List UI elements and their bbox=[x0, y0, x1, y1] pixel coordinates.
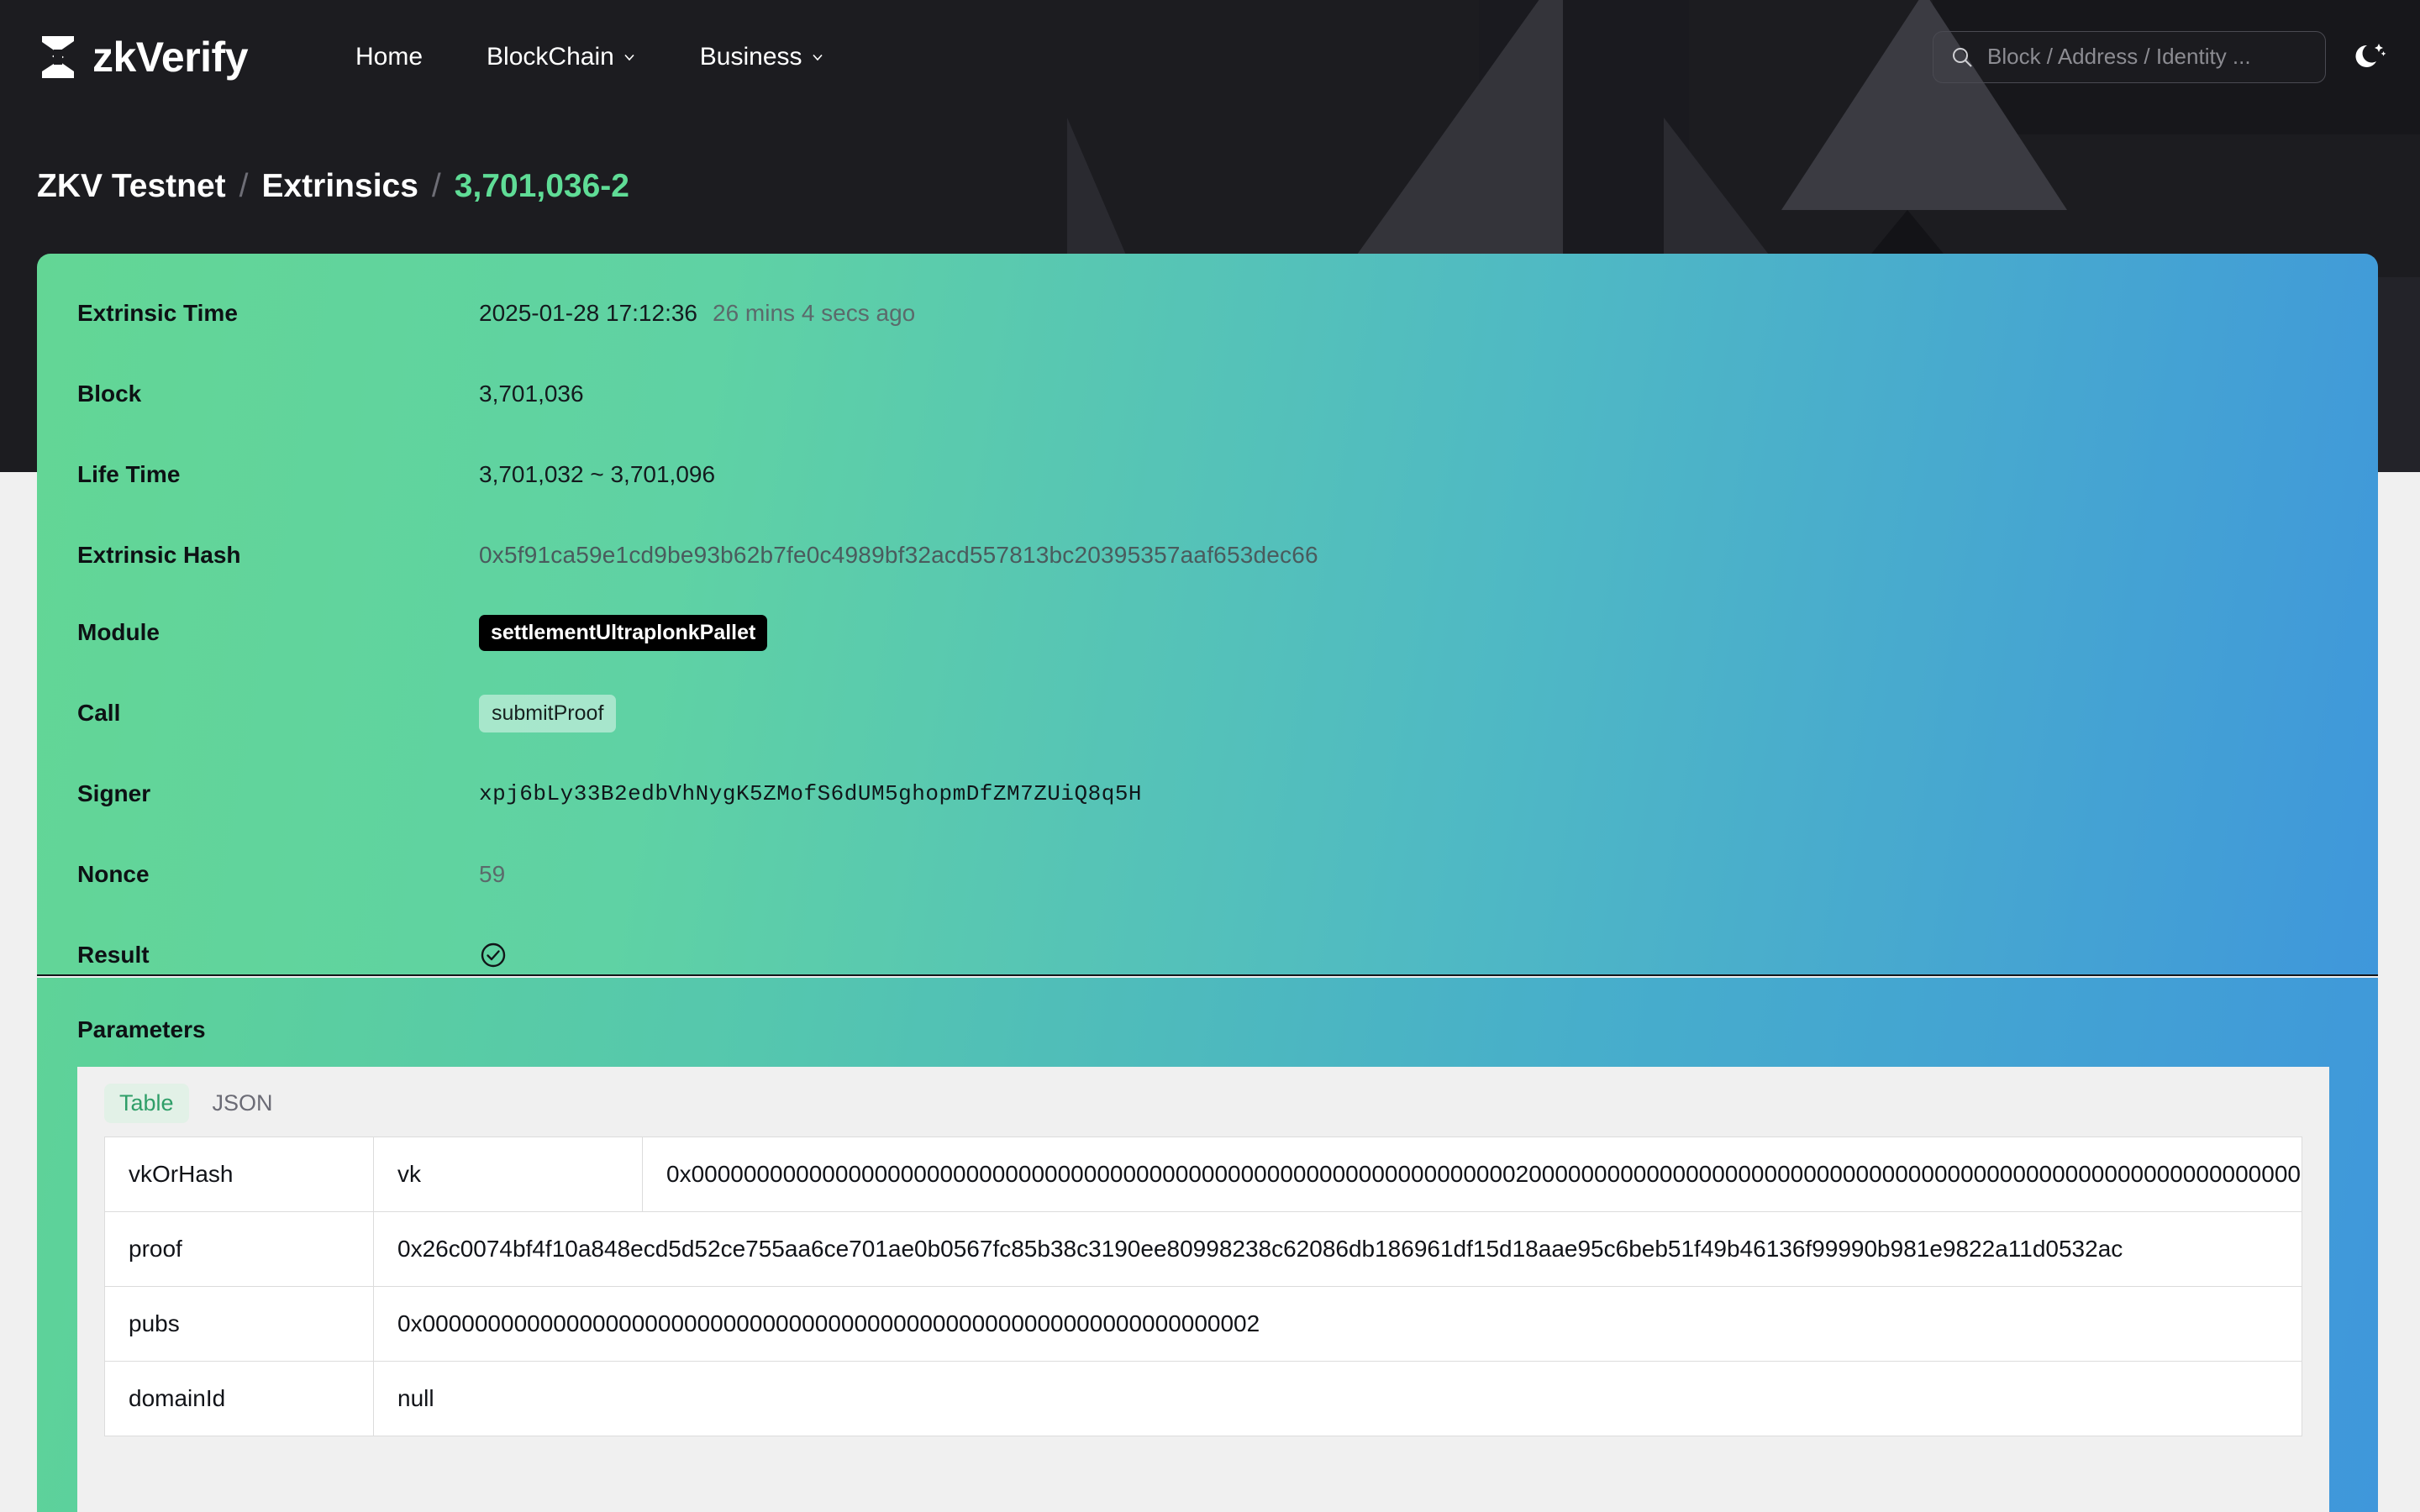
extrinsic-time-value: 2025-01-28 17:12:36 bbox=[479, 300, 697, 326]
param-key: vkOrHash bbox=[105, 1137, 374, 1211]
chevron-down-icon bbox=[812, 54, 823, 60]
row-value bbox=[479, 941, 508, 969]
breadcrumb-current: 3,701,036-2 bbox=[454, 168, 629, 204]
row-label: Signer bbox=[77, 780, 151, 806]
extrinsic-detail-card: Extrinsic Time 2025-01-28 17:12:36 26 mi… bbox=[37, 254, 2378, 976]
parameters-card: Parameters Table JSON vkOrHash vk 0x0000… bbox=[37, 978, 2378, 1512]
block-value[interactable]: 3,701,036 bbox=[479, 381, 584, 407]
call-badge[interactable]: submitProof bbox=[479, 694, 617, 732]
detail-row-signer: Signer xpj6bLy33B2edbVhNygK5ZMofS6dUM5gh… bbox=[77, 776, 2329, 811]
param-subkey: vk bbox=[374, 1137, 643, 1211]
param-value: 0x00000000000000000000000000000000000000… bbox=[397, 1310, 1260, 1336]
row-label: Extrinsic Hash bbox=[77, 542, 241, 568]
moon-icon[interactable] bbox=[2351, 39, 2388, 76]
tab-json[interactable]: JSON bbox=[197, 1084, 288, 1123]
module-badge[interactable]: settlementUltraplonkPallet bbox=[479, 614, 768, 651]
signer-value[interactable]: xpj6bLy33B2edbVhNygK5ZMofS6dUM5ghopmDfZM… bbox=[479, 781, 1142, 806]
row-label: Result bbox=[77, 942, 150, 968]
nonce-value: 59 bbox=[479, 861, 506, 887]
param-key: proof bbox=[105, 1212, 374, 1286]
extrinsic-time-relative: 26 mins 4 secs ago bbox=[713, 300, 916, 326]
search-box[interactable] bbox=[1933, 30, 2326, 83]
table-row: vkOrHash vk 0x00000000000000000000000000… bbox=[105, 1137, 2302, 1212]
detail-row-block: Block 3,701,036 bbox=[77, 376, 2329, 412]
brand-logo[interactable]: zkVerify bbox=[37, 33, 249, 81]
parameters-table: vkOrHash vk 0x00000000000000000000000000… bbox=[104, 1137, 2302, 1436]
param-key: domainId bbox=[105, 1362, 374, 1436]
search-input[interactable] bbox=[1987, 44, 2298, 70]
nav-item-blockchain[interactable]: BlockChain bbox=[487, 43, 636, 71]
row-value: 2025-01-28 17:12:36 26 mins 4 secs ago bbox=[479, 300, 915, 327]
row-label: Extrinsic Time bbox=[77, 300, 238, 326]
breadcrumb-section[interactable]: Extrinsics bbox=[261, 168, 418, 205]
param-value: null bbox=[397, 1385, 434, 1411]
param-value: 0x00000000000000000000000000000000000000… bbox=[666, 1161, 2302, 1187]
row-label: Module bbox=[77, 619, 160, 645]
nav-item-business[interactable]: Business bbox=[700, 43, 824, 71]
row-label: Life Time bbox=[77, 461, 181, 487]
brand-name: zkVerify bbox=[92, 33, 249, 81]
navbar-right-group bbox=[1933, 30, 2388, 83]
detail-row-extrinsic-hash: Extrinsic Hash 0x5f91ca59e1cd9be93b62b7f… bbox=[77, 538, 2329, 573]
row-label: Call bbox=[77, 700, 121, 726]
parameters-tabs: Table JSON bbox=[77, 1067, 2329, 1137]
tab-table[interactable]: Table bbox=[104, 1084, 189, 1123]
breadcrumb-network[interactable]: ZKV Testnet bbox=[37, 168, 226, 205]
extrinsic-hash-value[interactable]: 0x5f91ca59e1cd9be93b62b7fe0c4989bf32acd5… bbox=[479, 542, 1318, 569]
breadcrumb: ZKV Testnet / Extrinsics / 3,701,036-2 bbox=[37, 168, 629, 205]
nav-item-home-label: Home bbox=[355, 42, 424, 71]
row-label: Block bbox=[77, 381, 142, 407]
nav-item-business-label: Business bbox=[699, 42, 802, 71]
parameters-title: Parameters bbox=[77, 1016, 206, 1042]
detail-row-extrinsic-time: Extrinsic Time 2025-01-28 17:12:36 26 mi… bbox=[77, 296, 2329, 331]
check-circle-icon bbox=[481, 942, 506, 968]
detail-row-call: Call submitProof bbox=[77, 694, 2329, 732]
param-value: 0x26c0074bf4f10a848ecd5d52ce755aa6ce701a… bbox=[397, 1236, 2123, 1262]
detail-row-nonce: Nonce 59 bbox=[77, 857, 2329, 892]
chevron-down-icon bbox=[624, 54, 634, 60]
search-icon bbox=[1953, 47, 1972, 67]
param-key: pubs bbox=[105, 1287, 374, 1361]
table-row: domainId null bbox=[105, 1362, 2302, 1436]
breadcrumb-separator: / bbox=[239, 168, 249, 204]
detail-row-life-time: Life Time 3,701,032 ~ 3,701,096 bbox=[77, 457, 2329, 492]
row-value: settlementUltraplonkPallet bbox=[479, 614, 768, 651]
life-time-value: 3,701,032 ~ 3,701,096 bbox=[479, 461, 716, 487]
detail-row-module: Module settlementUltraplonkPallet bbox=[77, 614, 2329, 651]
breadcrumb-separator: / bbox=[431, 168, 441, 204]
detail-row-result: Result bbox=[77, 937, 2329, 973]
table-row: proof 0x26c0074bf4f10a848ecd5d52ce755aa6… bbox=[105, 1212, 2302, 1287]
zkverify-logo-icon bbox=[42, 35, 74, 78]
table-row: pubs 0x000000000000000000000000000000000… bbox=[105, 1287, 2302, 1362]
parameters-panel: Table JSON vkOrHash vk 0x000000000000000… bbox=[77, 1067, 2329, 1512]
top-navbar: zkVerify Home BlockChain Business bbox=[0, 0, 2420, 113]
nav-item-home[interactable]: Home bbox=[355, 43, 423, 71]
nav-links: Home BlockChain Business bbox=[355, 43, 824, 71]
row-value: submitProof bbox=[479, 694, 617, 732]
nav-item-blockchain-label: BlockChain bbox=[487, 42, 614, 71]
row-label: Nonce bbox=[77, 861, 150, 887]
